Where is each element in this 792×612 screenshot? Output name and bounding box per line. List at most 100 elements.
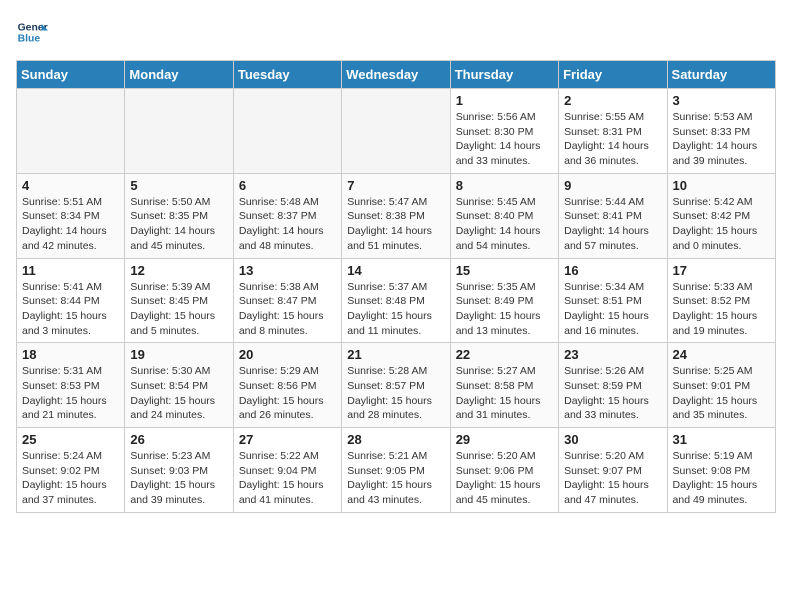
day-number: 30 [564, 432, 661, 447]
day-info: Sunrise: 5:41 AM Sunset: 8:44 PM Dayligh… [22, 280, 119, 339]
col-header-friday: Friday [559, 61, 667, 89]
day-info: Sunrise: 5:24 AM Sunset: 9:02 PM Dayligh… [22, 449, 119, 508]
day-info: Sunrise: 5:29 AM Sunset: 8:56 PM Dayligh… [239, 364, 336, 423]
calendar-cell: 6Sunrise: 5:48 AM Sunset: 8:37 PM Daylig… [233, 173, 341, 258]
day-number: 12 [130, 263, 227, 278]
day-number: 9 [564, 178, 661, 193]
calendar-cell: 4 Sunrise: 5:51 AM Sunset: 8:34 PM Daylig… [17, 173, 125, 258]
svg-text:Blue: Blue [18, 34, 41, 45]
day-number: 24 [673, 347, 770, 362]
col-header-wednesday: Wednesday [342, 61, 450, 89]
day-info: Sunrise: 5:37 AM Sunset: 8:48 PM Dayligh… [347, 280, 444, 339]
calendar-cell: 5 Sunrise: 5:50 AM Sunset: 8:35 PM Daylig… [125, 173, 233, 258]
day-info: Sunrise: 5:22 AM Sunset: 9:04 PM Dayligh… [239, 449, 336, 508]
day-info: Sunrise: 5:42 AM Sunset: 8:42 PM Dayligh… [673, 195, 770, 254]
calendar-cell: 2 Sunrise: 5:55 AM Sunset: 8:31 PM Daylig… [559, 89, 667, 174]
col-header-monday: Monday [125, 61, 233, 89]
day-info: Sunrise: 5:28 AM Sunset: 8:57 PM Dayligh… [347, 364, 444, 423]
day-info: Sunrise: 5:39 AM Sunset: 8:45 PM Dayligh… [130, 280, 227, 339]
col-header-sunday: Sunday [17, 61, 125, 89]
day-number: 23 [564, 347, 661, 362]
calendar-cell: 23 Sunrise: 5:26 AM Sunset: 8:59 PM Dayli… [559, 343, 667, 428]
day-number: 14 [347, 263, 444, 278]
day-number: 16 [564, 263, 661, 278]
day-number: 29 [456, 432, 553, 447]
calendar-cell: 16 Sunrise: 5:34 AM Sunset: 8:51 PM Dayli… [559, 258, 667, 343]
day-info: Sunrise: 5:33 AM Sunset: 8:52 PM Dayligh… [673, 280, 770, 339]
calendar-cell: 29Sunrise: 5:20 AM Sunset: 9:06 PM Dayli… [450, 428, 558, 513]
day-info: Sunrise: 5:38 AM Sunset: 8:47 PM Dayligh… [239, 280, 336, 339]
logo: General Blue [16, 16, 48, 48]
day-info: Sunrise: 5:44 AM Sunset: 8:41 PM Dayligh… [564, 195, 661, 254]
day-number: 26 [130, 432, 227, 447]
day-number: 22 [456, 347, 553, 362]
day-info: Sunrise: 5:53 AM Sunset: 8:33 PM Dayligh… [673, 110, 770, 169]
calendar-cell: 14 Sunrise: 5:37 AM Sunset: 8:48 PM Dayli… [342, 258, 450, 343]
day-number: 4 [22, 178, 119, 193]
calendar-cell [342, 89, 450, 174]
day-info: Sunrise: 5:31 AM Sunset: 8:53 PM Dayligh… [22, 364, 119, 423]
day-number: 5 [130, 178, 227, 193]
day-info: Sunrise: 5:50 AM Sunset: 8:35 PM Dayligh… [130, 195, 227, 254]
day-info: Sunrise: 5:34 AM Sunset: 8:51 PM Dayligh… [564, 280, 661, 339]
calendar-cell: 8Sunrise: 5:45 AM Sunset: 8:40 PM Daylig… [450, 173, 558, 258]
day-info: Sunrise: 5:55 AM Sunset: 8:31 PM Dayligh… [564, 110, 661, 169]
calendar-cell: 13 Sunrise: 5:38 AM Sunset: 8:47 PM Dayli… [233, 258, 341, 343]
calendar-cell: 28 Sunrise: 5:21 AM Sunset: 9:05 PM Dayli… [342, 428, 450, 513]
day-number: 27 [239, 432, 336, 447]
day-number: 8 [456, 178, 553, 193]
calendar-cell: 11 Sunrise: 5:41 AM Sunset: 8:44 PM Dayli… [17, 258, 125, 343]
day-info: Sunrise: 5:21 AM Sunset: 9:05 PM Dayligh… [347, 449, 444, 508]
day-number: 11 [22, 263, 119, 278]
calendar-cell: 22 Sunrise: 5:27 AM Sunset: 8:58 PM Dayli… [450, 343, 558, 428]
calendar-cell: 25 Sunrise: 5:24 AM Sunset: 9:02 PM Dayli… [17, 428, 125, 513]
calendar-cell: 21 Sunrise: 5:28 AM Sunset: 8:57 PM Dayli… [342, 343, 450, 428]
calendar-cell: 17 Sunrise: 5:33 AM Sunset: 8:52 PM Dayli… [667, 258, 775, 343]
day-info: Sunrise: 5:56 AM Sunset: 8:30 PM Dayligh… [456, 110, 553, 169]
day-info: Sunrise: 5:27 AM Sunset: 8:58 PM Dayligh… [456, 364, 553, 423]
page-header: General Blue [16, 16, 776, 48]
day-number: 15 [456, 263, 553, 278]
col-header-tuesday: Tuesday [233, 61, 341, 89]
day-info: Sunrise: 5:19 AM Sunset: 9:08 PM Dayligh… [673, 449, 770, 508]
calendar-cell [17, 89, 125, 174]
day-number: 2 [564, 93, 661, 108]
calendar-cell: 3 Sunrise: 5:53 AM Sunset: 8:33 PM Daylig… [667, 89, 775, 174]
col-header-saturday: Saturday [667, 61, 775, 89]
day-number: 19 [130, 347, 227, 362]
day-info: Sunrise: 5:23 AM Sunset: 9:03 PM Dayligh… [130, 449, 227, 508]
day-number: 17 [673, 263, 770, 278]
day-number: 10 [673, 178, 770, 193]
calendar-cell: 19 Sunrise: 5:30 AM Sunset: 8:54 PM Dayli… [125, 343, 233, 428]
day-number: 13 [239, 263, 336, 278]
day-info: Sunrise: 5:26 AM Sunset: 8:59 PM Dayligh… [564, 364, 661, 423]
calendar-cell: 12 Sunrise: 5:39 AM Sunset: 8:45 PM Dayli… [125, 258, 233, 343]
calendar-cell: 7Sunrise: 5:47 AM Sunset: 8:38 PM Daylig… [342, 173, 450, 258]
day-info: Sunrise: 5:20 AM Sunset: 9:07 PM Dayligh… [564, 449, 661, 508]
day-number: 1 [456, 93, 553, 108]
day-number: 28 [347, 432, 444, 447]
calendar-cell: 20 Sunrise: 5:29 AM Sunset: 8:56 PM Dayli… [233, 343, 341, 428]
calendar-cell [233, 89, 341, 174]
day-number: 18 [22, 347, 119, 362]
day-info: Sunrise: 5:35 AM Sunset: 8:49 PM Dayligh… [456, 280, 553, 339]
calendar-cell: 10 Sunrise: 5:42 AM Sunset: 8:42 PM Dayli… [667, 173, 775, 258]
calendar-cell: 31Sunrise: 5:19 AM Sunset: 9:08 PM Dayli… [667, 428, 775, 513]
day-info: Sunrise: 5:51 AM Sunset: 8:34 PM Dayligh… [22, 195, 119, 254]
calendar-cell: 26 Sunrise: 5:23 AM Sunset: 9:03 PM Dayli… [125, 428, 233, 513]
day-info: Sunrise: 5:30 AM Sunset: 8:54 PM Dayligh… [130, 364, 227, 423]
day-number: 25 [22, 432, 119, 447]
calendar-cell: 9 Sunrise: 5:44 AM Sunset: 8:41 PM Daylig… [559, 173, 667, 258]
day-number: 6 [239, 178, 336, 193]
day-number: 20 [239, 347, 336, 362]
calendar-cell: 1 Sunrise: 5:56 AM Sunset: 8:30 PM Daylig… [450, 89, 558, 174]
day-number: 3 [673, 93, 770, 108]
logo-icon: General Blue [16, 16, 48, 48]
calendar-cell [125, 89, 233, 174]
calendar-cell: 30 Sunrise: 5:20 AM Sunset: 9:07 PM Dayli… [559, 428, 667, 513]
calendar-cell: 15 Sunrise: 5:35 AM Sunset: 8:49 PM Dayli… [450, 258, 558, 343]
day-number: 21 [347, 347, 444, 362]
calendar-table: SundayMondayTuesdayWednesdayThursdayFrid… [16, 60, 776, 513]
day-info: Sunrise: 5:25 AM Sunset: 9:01 PM Dayligh… [673, 364, 770, 423]
col-header-thursday: Thursday [450, 61, 558, 89]
